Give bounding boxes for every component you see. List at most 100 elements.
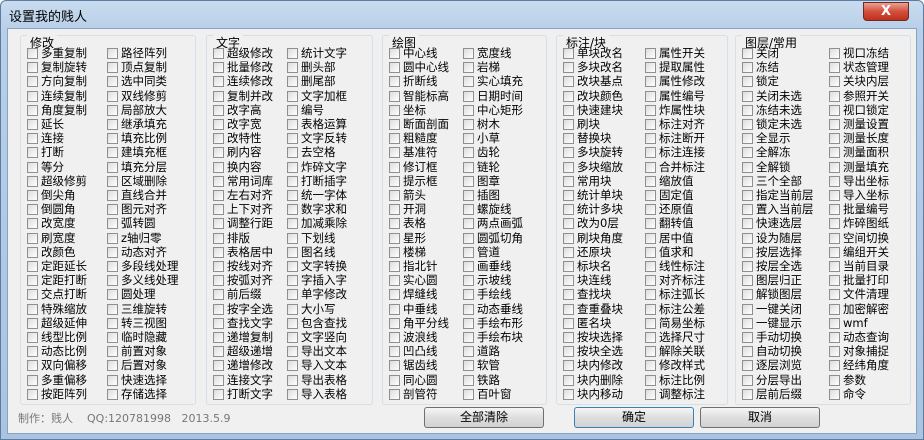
checkbox-box[interactable]: [829, 261, 840, 272]
option-checkbox[interactable]: 前后缀: [213, 288, 293, 302]
option-checkbox[interactable]: 树木: [463, 118, 543, 132]
checkbox-box[interactable]: [389, 48, 400, 59]
option-checkbox[interactable]: 圆弧切角: [463, 232, 543, 246]
option-checkbox[interactable]: 导入文本: [287, 359, 367, 373]
option-checkbox[interactable]: 翻转值: [645, 217, 725, 231]
checkbox-box[interactable]: [742, 105, 753, 116]
checkbox-box[interactable]: [463, 190, 474, 201]
checkbox-box[interactable]: [645, 304, 656, 315]
checkbox-box[interactable]: [463, 332, 474, 343]
option-checkbox[interactable]: 关闭: [742, 47, 822, 61]
checkbox-box[interactable]: [27, 247, 38, 258]
checkbox-box[interactable]: [463, 233, 474, 244]
option-checkbox[interactable]: 焊缝线: [389, 288, 469, 302]
checkbox-box[interactable]: [389, 261, 400, 272]
option-checkbox[interactable]: 基准符: [389, 146, 469, 160]
title-bar[interactable]: 设置我的贱人 X: [1, 1, 923, 28]
checkbox-box[interactable]: [829, 48, 840, 59]
checkbox-box[interactable]: [563, 261, 574, 272]
checkbox-box[interactable]: [213, 247, 224, 258]
checkbox-box[interactable]: [829, 204, 840, 215]
checkbox-box[interactable]: [645, 218, 656, 229]
option-checkbox[interactable]: 弧转圆: [107, 217, 187, 231]
checkbox-box[interactable]: [107, 162, 118, 173]
checkbox-box[interactable]: [107, 76, 118, 87]
checkbox-box[interactable]: [213, 375, 224, 386]
checkbox-box[interactable]: [287, 162, 298, 173]
checkbox-box[interactable]: [829, 147, 840, 158]
option-checkbox[interactable]: 刷内容: [213, 146, 293, 160]
option-checkbox[interactable]: 逐层浏览: [742, 359, 822, 373]
checkbox-box[interactable]: [287, 133, 298, 144]
option-checkbox[interactable]: 打断: [27, 146, 107, 160]
checkbox-box[interactable]: [563, 105, 574, 116]
option-checkbox[interactable]: 关块内层: [829, 75, 909, 89]
checkbox-box[interactable]: [645, 133, 656, 144]
checkbox-box[interactable]: [829, 247, 840, 258]
option-checkbox[interactable]: 小草: [463, 132, 543, 146]
checkbox-box[interactable]: [742, 204, 753, 215]
checkbox-box[interactable]: [563, 332, 574, 343]
checkbox-box[interactable]: [213, 389, 224, 400]
checkbox-box[interactable]: [463, 318, 474, 329]
checkbox-box[interactable]: [829, 133, 840, 144]
option-checkbox[interactable]: 加密解密: [829, 303, 909, 317]
checkbox-box[interactable]: [389, 190, 400, 201]
checkbox-box[interactable]: [463, 119, 474, 130]
checkbox-box[interactable]: [27, 233, 38, 244]
checkbox-box[interactable]: [287, 261, 298, 272]
option-checkbox[interactable]: 锯齿线: [389, 359, 469, 373]
checkbox-box[interactable]: [829, 162, 840, 173]
checkbox-box[interactable]: [742, 218, 753, 229]
checkbox-box[interactable]: [645, 233, 656, 244]
option-checkbox[interactable]: 快速建块: [563, 104, 643, 118]
checkbox-box[interactable]: [27, 162, 38, 173]
checkbox-box[interactable]: [463, 275, 474, 286]
checkbox-box[interactable]: [107, 204, 118, 215]
checkbox-box[interactable]: [287, 318, 298, 329]
checkbox-box[interactable]: [27, 218, 38, 229]
checkbox-box[interactable]: [213, 275, 224, 286]
checkbox-box[interactable]: [107, 332, 118, 343]
clear-all-button[interactable]: 全部清除: [424, 407, 544, 428]
checkbox-box[interactable]: [463, 375, 474, 386]
checkbox-box[interactable]: [645, 261, 656, 272]
checkbox-box[interactable]: [107, 62, 118, 73]
option-checkbox[interactable]: 单字修改: [287, 288, 367, 302]
option-checkbox[interactable]: 层前后缀: [742, 388, 822, 402]
option-checkbox[interactable]: 打断文字: [213, 388, 293, 402]
checkbox-box[interactable]: [463, 133, 474, 144]
checkbox-box[interactable]: [742, 162, 753, 173]
checkbox-box[interactable]: [213, 133, 224, 144]
checkbox-box[interactable]: [463, 105, 474, 116]
option-checkbox[interactable]: 中心矩形: [463, 104, 543, 118]
checkbox-box[interactable]: [213, 289, 224, 300]
checkbox-box[interactable]: [107, 247, 118, 258]
option-checkbox[interactable]: 经纬角度: [829, 359, 909, 373]
checkbox-box[interactable]: [645, 375, 656, 386]
checkbox-box[interactable]: [27, 275, 38, 286]
checkbox-box[interactable]: [742, 119, 753, 130]
option-checkbox[interactable]: 文字加框: [287, 90, 367, 104]
checkbox-box[interactable]: [287, 190, 298, 201]
checkbox-box[interactable]: [213, 218, 224, 229]
option-checkbox[interactable]: 百叶窗: [463, 388, 543, 402]
checkbox-box[interactable]: [829, 176, 840, 187]
option-checkbox[interactable]: 延长: [27, 118, 107, 132]
option-checkbox[interactable]: 按距阵列: [27, 388, 107, 402]
option-checkbox[interactable]: 手绘布块: [463, 331, 543, 345]
checkbox-box[interactable]: [27, 389, 38, 400]
checkbox-box[interactable]: [742, 233, 753, 244]
checkbox-box[interactable]: [563, 176, 574, 187]
checkbox-box[interactable]: [27, 62, 38, 73]
checkbox-box[interactable]: [107, 119, 118, 130]
checkbox-box[interactable]: [463, 91, 474, 102]
checkbox-box[interactable]: [742, 76, 753, 87]
checkbox-box[interactable]: [742, 375, 753, 386]
checkbox-box[interactable]: [742, 346, 753, 357]
checkbox-box[interactable]: [463, 346, 474, 357]
checkbox-box[interactable]: [287, 91, 298, 102]
checkbox-box[interactable]: [27, 91, 38, 102]
checkbox-box[interactable]: [213, 48, 224, 59]
checkbox-box[interactable]: [645, 360, 656, 371]
